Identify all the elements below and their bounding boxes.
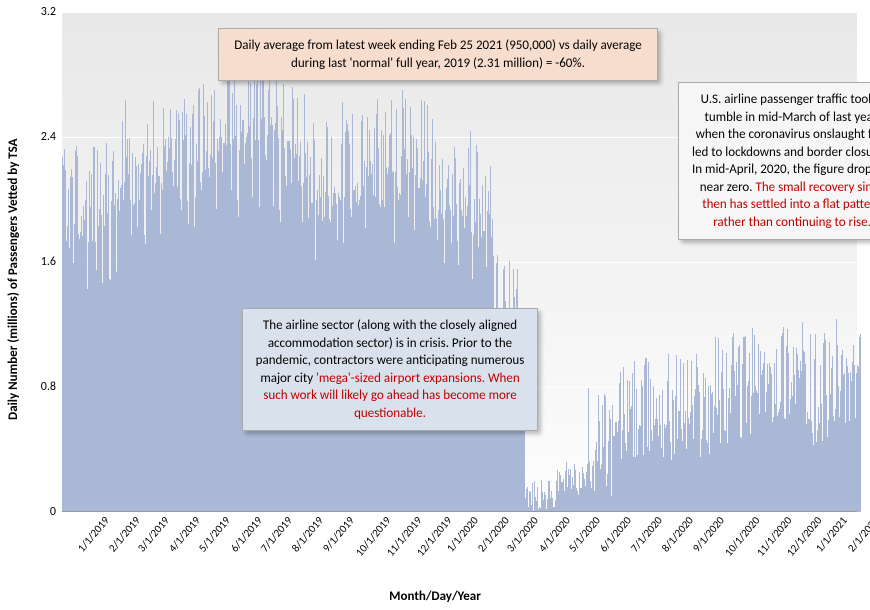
bar	[532, 483, 533, 512]
y-tick-label: 3.2	[41, 5, 56, 19]
x-axis-line	[62, 511, 857, 512]
plot-area: 00.81.62.43.2 Daily average from latest …	[62, 12, 857, 512]
y-tick-label: 1.6	[41, 255, 56, 269]
annotation-top: Daily average from latest week ending Fe…	[218, 28, 658, 81]
bar	[860, 334, 861, 512]
annotation-right: U.S. airline passenger traffic took a tu…	[678, 82, 870, 240]
y-tick-label: 2.4	[41, 130, 56, 144]
gridline	[62, 512, 857, 513]
y-tick-label: 0.8	[41, 380, 56, 394]
y-axis-title: Daily Number (millions) of Passengers Ve…	[6, 138, 21, 420]
bar	[537, 487, 538, 512]
y-tick-label: 0	[50, 505, 56, 519]
x-axis-title: Month/Day/Year	[0, 589, 870, 604]
annotation-top-text: Daily average from latest week ending Fe…	[234, 38, 642, 71]
x-axis: 1/1/20192/1/20193/1/20194/1/20195/1/2019…	[62, 514, 857, 566]
annotation-left: The airline sector (along with the close…	[242, 308, 538, 431]
